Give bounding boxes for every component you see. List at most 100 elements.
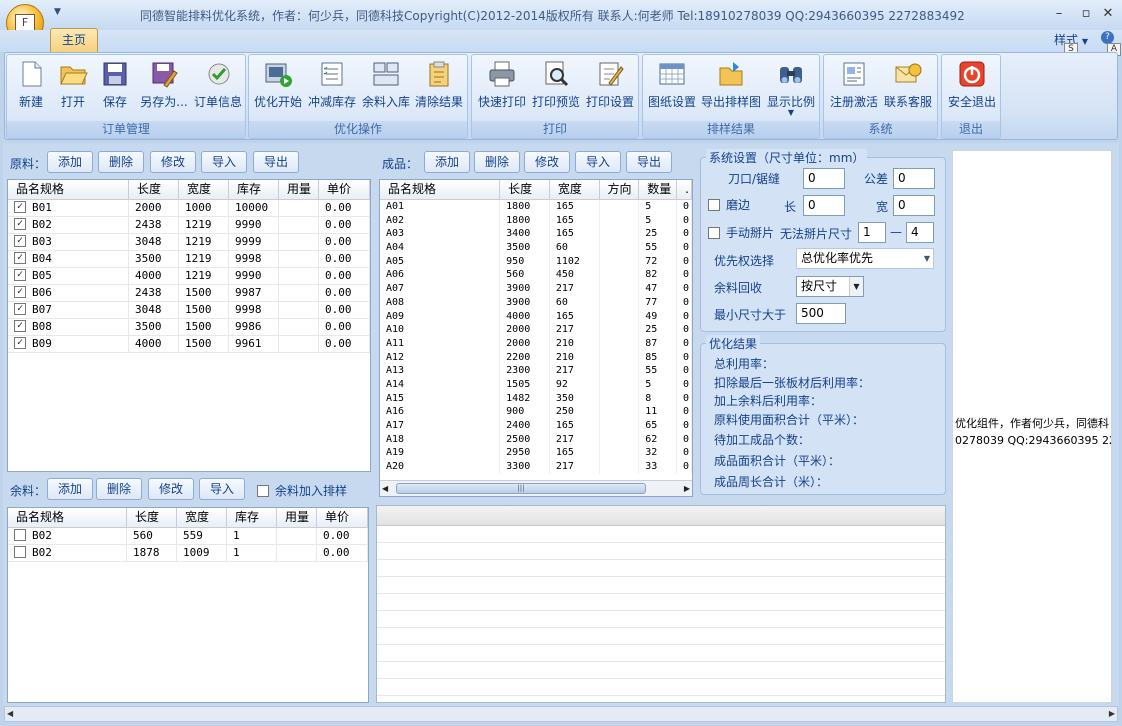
product-edit-button[interactable]: 修改 bbox=[524, 151, 570, 173]
table-row[interactable]: A04 3500 60 55 0 bbox=[380, 241, 692, 255]
trim-checkbox[interactable]: 磨边 bbox=[708, 196, 750, 213]
quick-access-dropdown-icon[interactable]: ▼ bbox=[54, 7, 61, 17]
reduce-stock-button[interactable]: 冲减库存 bbox=[307, 59, 357, 110]
table-row[interactable]: A10 2000 217 25 0 bbox=[380, 323, 692, 337]
table-row[interactable]: A09 4000 165 49 0 bbox=[380, 309, 692, 324]
priority-select[interactable]: 总优化率优先 ▼ bbox=[796, 248, 934, 269]
clear-result-button[interactable]: 清除结果 bbox=[413, 59, 465, 110]
table-row[interactable]: A20 3300 217 33 0 bbox=[380, 460, 692, 474]
table-row[interactable]: ✓ B09 4000 1500 9961 0.00 bbox=[8, 336, 370, 353]
unflippable-from-input[interactable]: 1 bbox=[858, 222, 886, 243]
table-row[interactable]: A18 2500 217 62 0 bbox=[380, 432, 692, 447]
table-row[interactable]: A16 900 250 11 0 bbox=[380, 405, 692, 419]
print-settings-button[interactable]: 打印设置 bbox=[584, 59, 636, 110]
scroll-right-icon[interactable]: ▶ bbox=[684, 484, 690, 493]
print-preview-button[interactable]: 打印预览 bbox=[530, 59, 582, 110]
table-row[interactable]: ✓ B03 3048 1219 9999 0.00 bbox=[8, 234, 370, 251]
checkbox-icon[interactable] bbox=[14, 529, 26, 541]
table-row[interactable]: ✓ B01 2000 1000 10000 0.00 bbox=[8, 200, 370, 217]
table-row[interactable]: A14 1505 92 5 0 bbox=[380, 377, 692, 392]
col-header[interactable]: 长度 bbox=[500, 180, 550, 199]
table-row[interactable]: A19 2950 165 32 0 bbox=[380, 446, 692, 461]
table-row[interactable]: A01 1800 165 5 0 bbox=[380, 200, 692, 214]
close-icon[interactable]: ✕ bbox=[1099, 6, 1117, 22]
col-header[interactable]: 长度 bbox=[127, 508, 177, 527]
table-row[interactable]: ✓ B04 3500 1219 9998 0.00 bbox=[8, 251, 370, 268]
safe-exit-button[interactable]: 安全退出 bbox=[945, 59, 999, 110]
min-size-input[interactable]: 500 bbox=[796, 303, 846, 324]
order-info-button[interactable]: 订单信息 bbox=[193, 59, 243, 110]
scroll-right-icon[interactable]: ▶ bbox=[1109, 709, 1115, 718]
drawing-settings-button[interactable]: 图纸设置 bbox=[647, 59, 697, 110]
new-button[interactable]: 新建 bbox=[13, 59, 49, 110]
col-header[interactable]: 宽度 bbox=[550, 180, 600, 199]
table-row[interactable]: A13 2300 217 55 0 bbox=[380, 364, 692, 378]
tolerance-input[interactable]: 0 bbox=[893, 168, 935, 189]
unflippable-to-input[interactable]: 4 bbox=[906, 222, 934, 243]
col-header[interactable]: 品名规格 bbox=[380, 180, 501, 199]
remnant-edit-button[interactable]: 修改 bbox=[148, 478, 194, 500]
trim-length-input[interactable]: 0 bbox=[803, 195, 845, 216]
layout-preview-area[interactable] bbox=[376, 505, 946, 703]
col-header[interactable]: 宽度 bbox=[177, 508, 227, 527]
table-row[interactable]: A15 1482 350 8 0 bbox=[380, 391, 692, 406]
col-header[interactable]: 品名规格 bbox=[8, 508, 127, 527]
save-as-button[interactable]: 另存为... bbox=[138, 59, 190, 110]
col-header[interactable]: 库存 bbox=[229, 180, 279, 199]
checkbox-icon[interactable] bbox=[14, 546, 26, 558]
maximize-icon[interactable]: ▫ bbox=[1077, 6, 1095, 22]
product-export-button[interactable]: 导出 bbox=[626, 151, 672, 173]
open-button[interactable]: 打开 bbox=[55, 59, 91, 110]
raw-edit-button[interactable]: 修改 bbox=[150, 151, 196, 173]
table-row[interactable]: A03 3400 165 25 0 bbox=[380, 227, 692, 242]
remnant-stock-button[interactable]: 余料入库 bbox=[361, 59, 411, 110]
trim-width-input[interactable]: 0 bbox=[893, 195, 935, 216]
col-header[interactable]: 单价 bbox=[317, 508, 368, 527]
col-header[interactable]: 用量 bbox=[277, 508, 317, 527]
export-layout-button[interactable]: 导出排样图 bbox=[699, 59, 763, 110]
checked-checkbox-icon[interactable]: ✓ bbox=[14, 286, 26, 298]
contact-service-button[interactable]: 联系客服 bbox=[882, 59, 934, 110]
table-row[interactable]: A11 2000 210 87 0 bbox=[380, 336, 692, 351]
checked-checkbox-icon[interactable]: ✓ bbox=[14, 320, 26, 332]
col-header[interactable]: 长度 bbox=[129, 180, 179, 199]
table-row[interactable]: ✓ B02 2438 1219 9990 0.00 bbox=[8, 217, 370, 234]
product-add-button[interactable]: 添加 bbox=[424, 151, 470, 173]
table-row[interactable]: A07 3900 217 47 0 bbox=[380, 282, 692, 296]
manual-flip-checkbox[interactable]: 手动掰片 bbox=[708, 224, 774, 241]
table-row[interactable]: A05 950 1102 72 0 bbox=[380, 254, 692, 269]
product-h-scrollbar[interactable]: ◀ ||| ▶ bbox=[380, 480, 692, 496]
table-row[interactable]: A06 560 450 82 0 bbox=[380, 268, 692, 283]
table-row[interactable]: B02 1878 1009 1 0.00 bbox=[8, 545, 368, 562]
col-header[interactable]: 品名规格 bbox=[8, 180, 129, 199]
scroll-left-icon[interactable]: ◀ bbox=[382, 484, 388, 493]
table-row[interactable]: A08 3900 60 77 0 bbox=[380, 295, 692, 310]
minimize-icon[interactable]: – bbox=[1050, 6, 1068, 22]
product-delete-button[interactable]: 删除 bbox=[474, 151, 520, 173]
remnant-import-button[interactable]: 导入 bbox=[199, 478, 245, 500]
checked-checkbox-icon[interactable]: ✓ bbox=[14, 337, 26, 349]
table-row[interactable]: ✓ B06 2438 1500 9987 0.00 bbox=[8, 285, 370, 302]
col-header[interactable]: 方向 bbox=[600, 180, 640, 199]
main-h-scrollbar[interactable]: ◀ ▶ bbox=[4, 706, 1118, 722]
zoom-scale-button[interactable]: 显示比例 ▼ bbox=[765, 59, 817, 117]
scroll-thumb[interactable]: ||| bbox=[396, 483, 646, 494]
table-row[interactable]: A17 2400 165 65 0 bbox=[380, 419, 692, 433]
table-row[interactable]: ✓ B07 3048 1500 9998 0.00 bbox=[8, 302, 370, 319]
col-header[interactable]: . bbox=[677, 180, 692, 199]
remnant-delete-button[interactable]: 删除 bbox=[96, 478, 142, 500]
register-button[interactable]: 注册激活 bbox=[828, 59, 880, 110]
raw-export-button[interactable]: 导出 bbox=[253, 151, 299, 173]
table-row[interactable]: A02 1800 165 5 0 bbox=[380, 213, 692, 228]
table-row[interactable]: ✓ B08 3500 1500 9986 0.00 bbox=[8, 319, 370, 336]
col-header[interactable]: 数量 bbox=[639, 180, 678, 199]
checked-checkbox-icon[interactable]: ✓ bbox=[14, 218, 26, 230]
table-row[interactable]: A12 2200 210 85 0 bbox=[380, 350, 692, 365]
quick-print-button[interactable]: 快速打印 bbox=[476, 59, 528, 110]
tab-home[interactable]: 主页 bbox=[50, 28, 98, 52]
col-header[interactable]: 宽度 bbox=[179, 180, 229, 199]
table-row[interactable]: B02 560 559 1 0.00 bbox=[8, 528, 368, 545]
save-button[interactable]: 保存 bbox=[97, 59, 133, 110]
optimize-start-button[interactable]: 优化开始 bbox=[253, 59, 303, 110]
raw-delete-button[interactable]: 删除 bbox=[98, 151, 144, 173]
